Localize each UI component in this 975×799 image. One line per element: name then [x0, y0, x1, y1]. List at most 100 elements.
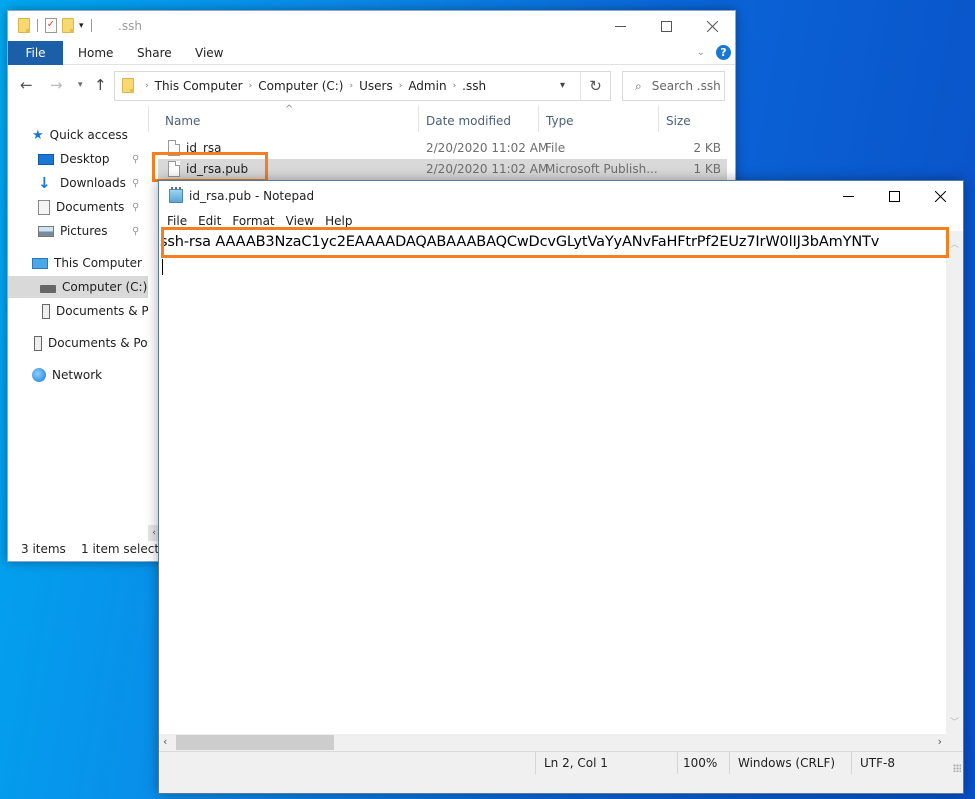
desktop-icon: [38, 153, 54, 165]
breadcrumb-computer-c[interactable]: Computer (C:): [258, 79, 343, 93]
file-row[interactable]: id_rsa 2/20/2020 11:02 AM File 2 KB: [158, 138, 727, 159]
column-divider[interactable]: [658, 106, 659, 132]
file-row[interactable]: id_rsa.pub 2/20/2020 11:02 AM Microsoft …: [158, 159, 727, 180]
notepad-window: id_rsa.pub - Notepad File Edit Format Vi…: [158, 180, 964, 794]
text-editor[interactable]: ssh-rsa AAAAB3NzaC1yc2EAAAADAQABAAABAQCw…: [159, 231, 946, 734]
back-button[interactable]: ←: [20, 76, 33, 94]
notepad-titlebar[interactable]: id_rsa.pub - Notepad: [159, 181, 963, 211]
file-date: 2/20/2020 11:02 AM: [426, 141, 549, 155]
chevron-right-icon[interactable]: ›: [453, 81, 457, 91]
column-header-name[interactable]: Name: [165, 114, 200, 128]
vertical-scrollbar[interactable]: ︿ ﹀: [946, 231, 963, 734]
file-type: File: [545, 141, 566, 155]
tab-share[interactable]: Share: [137, 41, 172, 65]
file-name: id_rsa: [186, 141, 222, 155]
sidebar-item-computer-c[interactable]: Computer (C:): [8, 276, 148, 298]
menu-file[interactable]: File: [166, 211, 192, 231]
breadcrumb-ssh[interactable]: .ssh: [462, 79, 486, 93]
explorer-titlebar[interactable]: ✓ ▾ .ssh: [8, 11, 735, 41]
chevron-right-icon[interactable]: ›: [349, 81, 353, 91]
breadcrumb: › This Computer › Computer (C:) › Users …: [145, 72, 486, 100]
toolbar-divider: [37, 19, 38, 32]
column-divider[interactable]: [538, 106, 539, 132]
recent-locations-icon[interactable]: ▾: [78, 80, 83, 90]
search-input[interactable]: ⌕ Search .ssh: [622, 71, 725, 101]
sidebar-item-label: Quick access: [49, 128, 128, 142]
menu-format[interactable]: Format: [231, 211, 279, 231]
sidebar-item-downloads[interactable]: ↓ Downloads ⚲: [38, 172, 148, 194]
menu-bar: File Edit Format View Help: [159, 211, 963, 231]
scrollbar-corner: [946, 734, 963, 751]
new-folder-icon[interactable]: [62, 18, 74, 33]
tab-view[interactable]: View: [195, 41, 223, 65]
resize-grip-icon[interactable]: [953, 764, 961, 772]
breadcrumb-admin[interactable]: Admin: [408, 79, 446, 93]
file-icon: [168, 161, 180, 177]
minimize-button[interactable]: [825, 181, 871, 211]
maximize-button[interactable]: [643, 11, 689, 41]
sidebar-item-quick-access[interactable]: ★ Quick access: [32, 124, 128, 146]
chevron-right-icon[interactable]: ›: [399, 81, 403, 91]
sidebar-item-label: Documents & P: [56, 304, 148, 318]
address-bar[interactable]: › This Computer › Computer (C:) › Users …: [114, 71, 581, 101]
sidebar-item-this-computer[interactable]: This Computer: [32, 252, 142, 274]
network-drive-icon: [42, 303, 50, 319]
customize-toolbar-icon[interactable]: ▾: [79, 21, 84, 31]
sidebar-item-network-drive-2[interactable]: Documents & Po: [34, 332, 148, 354]
sidebar-item-network[interactable]: Network: [32, 364, 102, 386]
forward-button[interactable]: →: [50, 76, 63, 94]
sidebar-item-documents[interactable]: Documents ⚲: [38, 196, 148, 218]
column-header-type[interactable]: Type: [546, 114, 574, 128]
line-ending: Windows (CRLF): [729, 752, 851, 774]
downloads-icon: ↓: [38, 174, 51, 192]
menu-view[interactable]: View: [285, 211, 319, 231]
notepad-icon: [169, 187, 183, 203]
quick-access-toolbar: ✓ ▾: [18, 18, 94, 33]
pin-icon[interactable]: ⚲: [132, 226, 139, 237]
sidebar-item-pictures[interactable]: Pictures ⚲: [38, 220, 148, 242]
maximize-icon: [888, 190, 900, 202]
menu-edit[interactable]: Edit: [197, 211, 226, 231]
chevron-right-icon[interactable]: ›: [145, 81, 149, 91]
sidebar-item-label: Computer (C:): [62, 280, 148, 294]
horizontal-scrollbar[interactable]: ‹ ›: [159, 734, 946, 751]
up-button[interactable]: ↑: [94, 76, 107, 94]
minimize-icon: [614, 25, 626, 27]
scroll-left-icon[interactable]: ‹: [163, 735, 167, 748]
refresh-button[interactable]: ↻: [580, 71, 611, 101]
properties-icon[interactable]: ✓: [45, 18, 57, 33]
scroll-up-icon[interactable]: ︿: [950, 237, 959, 250]
sidebar-item-network-drive-1[interactable]: Documents & P: [42, 300, 148, 322]
folder-icon[interactable]: [18, 18, 30, 33]
toolbar-divider: [90, 19, 92, 32]
close-button[interactable]: [689, 11, 735, 41]
breadcrumb-this-computer[interactable]: This Computer: [155, 79, 243, 93]
help-icon[interactable]: ?: [716, 45, 731, 60]
minimize-button[interactable]: [597, 11, 643, 41]
pin-icon[interactable]: ⚲: [132, 178, 139, 189]
chevron-right-icon[interactable]: ›: [249, 81, 253, 91]
zoom-level: 100%: [677, 752, 729, 774]
tab-home[interactable]: Home: [78, 41, 113, 65]
close-icon: [706, 20, 718, 32]
pin-icon[interactable]: ⚲: [132, 154, 139, 165]
breadcrumb-users[interactable]: Users: [359, 79, 393, 93]
search-placeholder: Search .ssh: [651, 79, 721, 93]
maximize-button[interactable]: [871, 181, 917, 211]
close-button[interactable]: [917, 181, 963, 211]
column-header-size[interactable]: Size: [666, 114, 691, 128]
scroll-right-icon[interactable]: ›: [938, 735, 942, 748]
pin-icon[interactable]: ⚲: [132, 202, 139, 213]
sidebar-item-desktop[interactable]: Desktop ⚲: [38, 148, 148, 170]
encoding: UTF-8: [851, 752, 963, 774]
expand-ribbon-icon[interactable]: ⌄: [697, 47, 705, 58]
sidebar-item-label: Pictures: [60, 224, 108, 238]
address-dropdown-icon[interactable]: ▾: [560, 80, 565, 91]
scroll-down-icon[interactable]: ﹀: [950, 715, 959, 728]
menu-help[interactable]: Help: [324, 211, 357, 231]
close-icon: [934, 190, 946, 202]
tab-file[interactable]: File: [8, 41, 63, 65]
scroll-thumb[interactable]: [176, 735, 334, 750]
column-header-date[interactable]: Date modified: [426, 114, 511, 128]
column-divider[interactable]: [418, 106, 419, 132]
